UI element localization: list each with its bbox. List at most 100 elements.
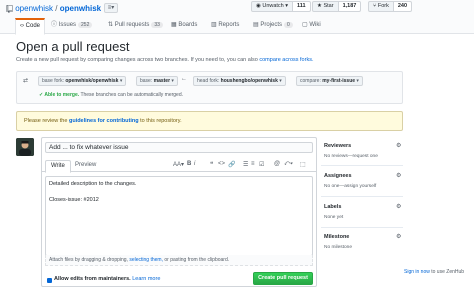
base-label: base: [140, 78, 153, 84]
star-button[interactable]: ★ Star [312, 1, 339, 12]
pull-request-icon: ⇅ [108, 22, 114, 28]
text-size-icon[interactable]: AA▾ [173, 161, 184, 168]
repo-icon [6, 4, 13, 13]
tab-label: Issues [58, 22, 77, 28]
code-icon[interactable]: <> [218, 161, 225, 167]
learn-more-link[interactable]: Learn more [132, 276, 160, 282]
milestone-title: Milestone [324, 234, 350, 240]
mention-icon[interactable]: @ [274, 161, 280, 167]
allow-edits-text: Allow edits from maintainers. [54, 276, 131, 282]
quote-icon[interactable]: ❝ [210, 161, 213, 168]
reply-icon[interactable]: ⤺▾ [284, 161, 293, 168]
create-pull-request-button[interactable]: Create pull request [253, 272, 313, 285]
fullscreen-icon[interactable]: ⬚ [300, 161, 306, 168]
tab-label: Reports [218, 22, 240, 28]
base-fork-value: openwhisk/openwhisk [65, 78, 119, 84]
compare-label: compare: [300, 78, 321, 84]
pull-request-form: Write Preview AA▾ B i ❝ <> 🔗 ☰ ≡ ☑ @ ⤺▾ … [41, 137, 317, 287]
fork-button-group: ⑂ Fork 240 [368, 1, 413, 12]
body-line: Detailed description to the changes. [49, 181, 137, 187]
attach-files-bar[interactable]: Attach files by dragging & dropping, sel… [45, 255, 313, 266]
merge-status: ✓ Able to merge. These branches can be a… [39, 92, 183, 98]
fork-icon: ⑂ [373, 3, 377, 9]
avatar-image [16, 138, 34, 156]
bold-icon[interactable]: B [187, 161, 191, 167]
tab-boards[interactable]: ▦ Boards [167, 18, 201, 34]
assignees-value: No one—assign yourself [324, 184, 377, 189]
zenhub-signin-link[interactable]: Sign in now [404, 269, 430, 275]
tab-pull-requests[interactable]: ⇅ Pull requests 33 [104, 18, 167, 34]
gear-icon[interactable]: ⚙ [396, 203, 401, 210]
assignees-title: Assignees [324, 173, 352, 179]
gear-icon[interactable]: ⚙ [396, 142, 401, 149]
tab-preview[interactable]: Preview [70, 160, 101, 173]
labels-title: Labels [324, 204, 342, 210]
star-label: Star [323, 3, 334, 9]
head-fork-select[interactable]: head fork: houshengbo/openwhisk ▾ [193, 76, 286, 86]
base-select[interactable]: base: master ▾ [136, 76, 178, 86]
compare-forks-link[interactable]: compare across forks. [259, 57, 313, 63]
task-list-icon[interactable]: ☑ [259, 161, 264, 168]
tab-code[interactable]: ‹› Code [15, 18, 46, 35]
fork-count[interactable]: 240 [393, 1, 413, 12]
star-count[interactable]: 1,187 [338, 1, 362, 12]
sidebar-divider [321, 227, 403, 228]
attach-suffix: or pasting from the clipboard. [164, 257, 230, 263]
base-value: master [153, 78, 171, 84]
eye-icon: ◉ [256, 3, 261, 9]
ordered-list-icon[interactable]: ≡ [251, 161, 255, 167]
tab-count: 33 [151, 22, 163, 28]
description-textarea[interactable]: Detailed description to the changes. Clo… [45, 176, 313, 256]
tab-wiki[interactable]: ▢ Wiki [298, 18, 325, 34]
reviewers-value: No reviews—request one [324, 154, 378, 159]
repo-name-link[interactable]: openwhisk [60, 4, 101, 13]
compare-range-box: ⇄ base fork: openwhisk/openwhisk ▾ base:… [16, 71, 403, 104]
tab-reports[interactable]: ▥ Reports [207, 18, 243, 34]
tab-label: Boards [178, 22, 198, 28]
code-icon: ‹› [20, 23, 24, 29]
tab-issues[interactable]: ⓘ Issues 252 [47, 18, 96, 34]
flash-prefix: Please review the [24, 118, 68, 124]
list-icon[interactable]: ≡▾ [104, 3, 118, 13]
compare-icon: ⇄ [23, 78, 29, 84]
base-fork-select[interactable]: base fork: openwhisk/openwhisk ▾ [38, 76, 127, 86]
board-icon: ▦ [171, 22, 177, 28]
sidebar-divider [321, 196, 403, 197]
watch-count[interactable]: 111 [293, 1, 311, 12]
title-input[interactable] [45, 142, 313, 153]
graph-icon: ▥ [211, 22, 217, 28]
page-title: Open a pull request [16, 39, 130, 54]
star-button-group: ★ Star 1,187 [312, 1, 362, 12]
watch-button[interactable]: ◉ Unwatch ▾ [251, 1, 294, 12]
allow-edits-checkbox[interactable] [47, 278, 52, 283]
tab-label: Code [25, 23, 41, 29]
attach-text: Attach files by dragging & dropping, [49, 257, 128, 263]
unordered-list-icon[interactable]: ☰ [243, 161, 248, 168]
link-icon[interactable]: 🔗 [228, 161, 235, 168]
repo-owner-link[interactable]: openwhisk [15, 4, 53, 13]
tab-count: 252 [78, 22, 93, 28]
fork-label: Fork [377, 3, 389, 9]
project-icon: ▤ [253, 22, 259, 28]
tab-write[interactable]: Write [45, 160, 71, 173]
avatar[interactable] [16, 138, 34, 156]
fork-button[interactable]: ⑂ Fork [368, 1, 394, 12]
gear-icon[interactable]: ⚙ [396, 172, 401, 179]
issue-icon: ⓘ [51, 22, 58, 28]
select-files-link[interactable]: selecting them, [129, 257, 163, 263]
head-fork-value: houshengbo/openwhisk [220, 78, 278, 84]
watch-label: Unwatch ▾ [262, 3, 289, 9]
guidelines-link[interactable]: guidelines for contributing [69, 118, 139, 124]
book-icon: ▢ [302, 22, 308, 28]
base-fork-label: base fork: [42, 78, 64, 84]
tab-label: Projects [260, 22, 283, 28]
gear-icon[interactable]: ⚙ [396, 233, 401, 240]
zenhub-signin: Sign in now to use ZenHub [404, 269, 464, 275]
subtitle-text: Create a new pull request by comparing c… [16, 57, 258, 63]
arrow-left-icon: ← [181, 76, 187, 82]
flash-suffix: to this repository. [140, 118, 182, 124]
tab-count: 0 [284, 22, 293, 28]
compare-select[interactable]: compare: my-first-issue ▾ [296, 76, 363, 86]
tab-projects[interactable]: ▤ Projects 0 [249, 18, 297, 34]
italic-icon[interactable]: i [194, 161, 195, 167]
